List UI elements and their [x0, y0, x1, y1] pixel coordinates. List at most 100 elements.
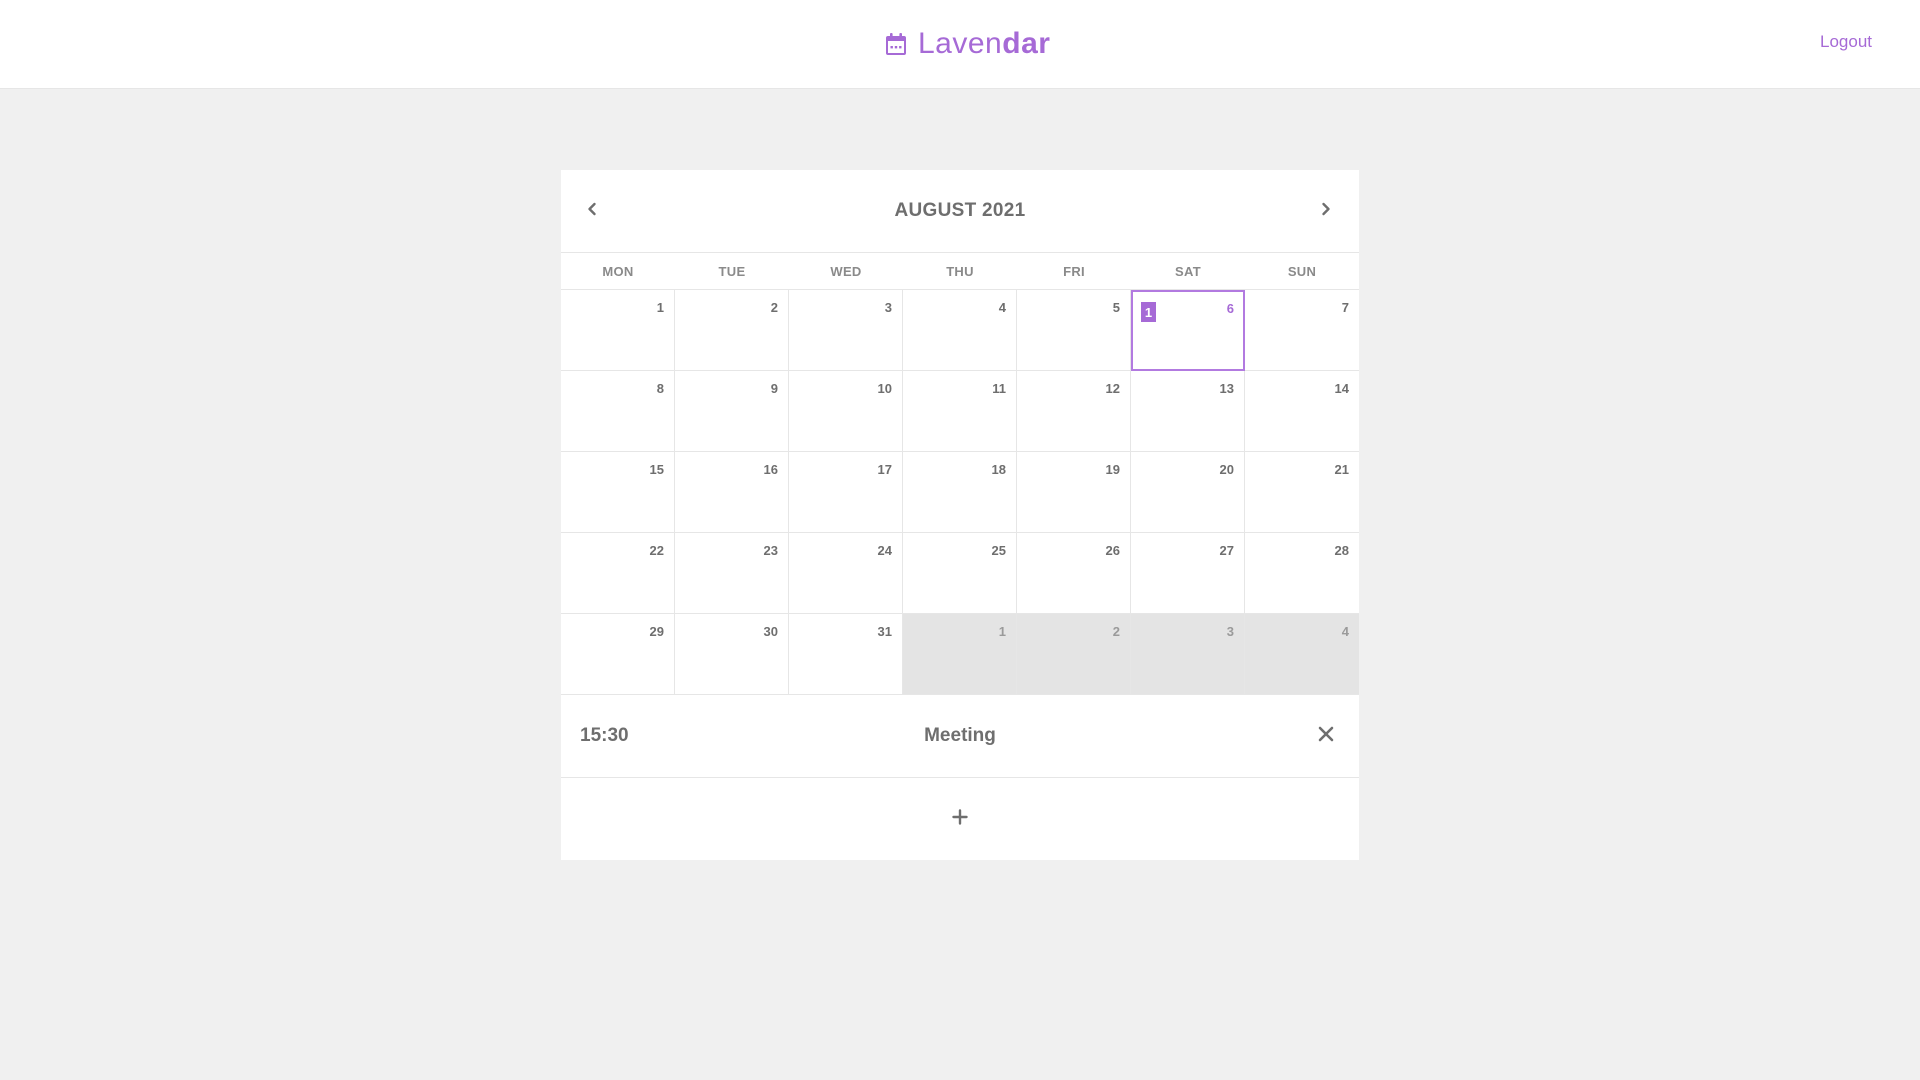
day-cell[interactable]: 15 [561, 452, 675, 533]
weekday-label: SAT [1175, 263, 1201, 279]
day-cell[interactable]: 11 [903, 371, 1017, 452]
day-cell[interactable]: 24 [789, 533, 903, 614]
day-number: 19 [1105, 462, 1120, 477]
day-cell[interactable]: 17 [789, 452, 903, 533]
day-cell[interactable]: 5 [1017, 290, 1131, 371]
day-number: 23 [763, 543, 778, 558]
calendar-panel: AUGUST 2021 MON TUE WED THU FRI SAT SUN … [561, 170, 1359, 860]
brand-name-bold: dar [1002, 27, 1051, 60]
close-icon [1318, 726, 1334, 747]
brand-logo[interactable]: Laven dar [884, 22, 1050, 66]
day-cell[interactable]: 29 [561, 614, 675, 695]
day-cell[interactable]: 27 [1131, 533, 1245, 614]
day-number: 22 [649, 543, 664, 558]
day-cell[interactable]: 3 [1131, 614, 1245, 695]
delete-event-button[interactable] [1315, 725, 1337, 747]
plus-icon [952, 808, 968, 830]
day-cell[interactable]: 28 [1245, 533, 1359, 614]
day-cell[interactable]: 18 [903, 452, 1017, 533]
day-number: 1 [656, 300, 664, 315]
day-number: 7 [1341, 300, 1349, 315]
day-number: 9 [770, 381, 778, 396]
day-cell[interactable]: 16 [675, 452, 789, 533]
day-number: 6 [1226, 301, 1234, 316]
app-header: Laven dar Logout [0, 0, 1920, 89]
day-number: 11 [992, 381, 1006, 396]
day-number: 16 [763, 462, 778, 477]
brand-name-light: Laven [918, 27, 1003, 60]
day-number: 25 [991, 543, 1006, 558]
day-number: 3 [1226, 624, 1234, 639]
day-number: 20 [1219, 462, 1234, 477]
day-cell[interactable]: 3 [789, 290, 903, 371]
day-number: 10 [877, 381, 892, 396]
day-cell[interactable]: 4 [903, 290, 1017, 371]
weekday-header-row: MON TUE WED THU FRI SAT SUN [561, 253, 1359, 290]
day-cell[interactable]: 2 [1017, 614, 1131, 695]
day-number: 4 [998, 300, 1006, 315]
day-cell[interactable]: 25 [903, 533, 1017, 614]
day-number: 30 [763, 624, 778, 639]
weekday-label: SUN [1287, 263, 1317, 279]
day-number: 24 [877, 543, 892, 558]
day-number: 29 [649, 624, 664, 639]
add-event-button[interactable] [561, 778, 1359, 860]
day-number: 26 [1105, 543, 1120, 558]
day-number: 27 [1219, 543, 1234, 558]
day-cell[interactable]: 8 [561, 371, 675, 452]
day-number: 14 [1334, 381, 1349, 396]
prev-month-button[interactable] [577, 196, 607, 226]
day-number: 17 [877, 462, 892, 477]
day-number: 12 [1105, 381, 1120, 396]
day-number: 2 [770, 300, 778, 315]
day-number: 1 [998, 624, 1006, 639]
weekday-label: MON [602, 263, 634, 279]
day-number: 15 [649, 462, 664, 477]
day-grid: 1 2 3 4 5 6 1 7 8 9 10 11 12 13 14 15 16 17 18 19 20 21 22 23 24… [561, 290, 1359, 695]
day-cell[interactable]: 21 [1245, 452, 1359, 533]
day-cell[interactable]: 7 [1245, 290, 1359, 371]
day-cell[interactable]: 10 [789, 371, 903, 452]
day-number: 5 [1112, 300, 1120, 315]
weekday-label: WED [830, 263, 862, 279]
calendar-header: AUGUST 2021 [561, 170, 1359, 253]
day-cell[interactable]: 26 [1017, 533, 1131, 614]
weekday-label: FRI [1063, 263, 1085, 279]
day-cell[interactable]: 4 [1245, 614, 1359, 695]
chevron-left-icon [586, 202, 598, 221]
event-item[interactable]: 15:30 Meeting [561, 695, 1359, 778]
day-cell[interactable]: 9 [675, 371, 789, 452]
event-count-badge: 1 [1141, 302, 1156, 322]
day-cell[interactable]: 20 [1131, 452, 1245, 533]
day-cell[interactable]: 12 [1017, 371, 1131, 452]
day-number: 2 [1112, 624, 1120, 639]
day-number: 13 [1219, 381, 1234, 396]
day-cell[interactable]: 1 [561, 290, 675, 371]
day-number: 28 [1334, 543, 1349, 558]
day-cell[interactable]: 1 [903, 614, 1017, 695]
day-number: 18 [991, 462, 1006, 477]
day-number: 31 [877, 624, 892, 639]
day-cell-selected[interactable]: 61 [1131, 290, 1245, 371]
logout-link[interactable]: Logout [1820, 32, 1872, 52]
day-cell[interactable]: 19 [1017, 452, 1131, 533]
day-number: 4 [1341, 624, 1349, 639]
weekday-label: THU [946, 263, 974, 279]
weekday-label: TUE [718, 263, 746, 279]
chevron-right-icon [1320, 202, 1332, 221]
event-title: Meeting [924, 725, 996, 746]
day-cell[interactable]: 14 [1245, 371, 1359, 452]
day-cell[interactable]: 30 [675, 614, 789, 695]
day-cell[interactable]: 22 [561, 533, 675, 614]
day-number: 21 [1334, 462, 1349, 477]
day-cell[interactable]: 23 [675, 533, 789, 614]
day-number: 8 [656, 381, 664, 396]
day-number: 3 [884, 300, 892, 315]
month-title: AUGUST 2021 [894, 200, 1026, 221]
calendar-icon [884, 32, 908, 56]
brand-name: Laven dar [918, 29, 1050, 59]
day-cell[interactable]: 2 [675, 290, 789, 371]
day-cell[interactable]: 31 [789, 614, 903, 695]
next-month-button[interactable] [1311, 196, 1341, 226]
day-cell[interactable]: 13 [1131, 371, 1245, 452]
